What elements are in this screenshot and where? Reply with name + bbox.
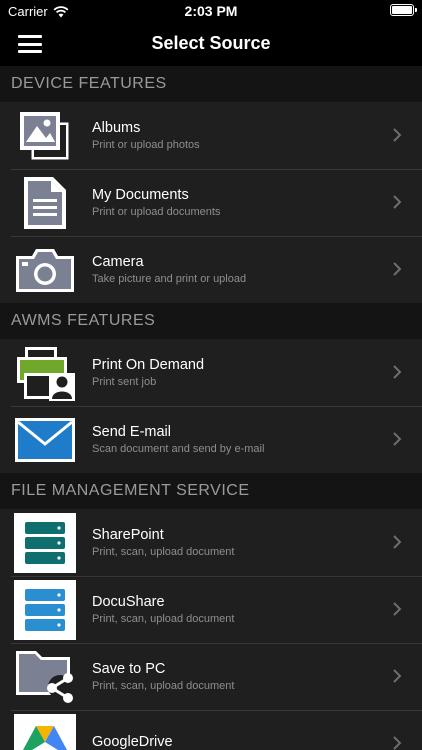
list-item-my-documents[interactable]: My Documents Print or upload documents bbox=[0, 169, 422, 236]
chevron-right-icon bbox=[393, 128, 402, 142]
status-right bbox=[390, 4, 417, 16]
sharepoint-server-icon bbox=[14, 512, 76, 573]
chevron-right-icon bbox=[393, 736, 402, 750]
page-title: Select Source bbox=[151, 33, 271, 53]
list-item-subtitle: Print, scan, upload document bbox=[92, 680, 235, 692]
device-features-list: Albums Print or upload photos My Documen… bbox=[0, 102, 422, 303]
list-item-albums[interactable]: Albums Print or upload photos bbox=[0, 102, 422, 169]
list-item-title: Camera bbox=[92, 254, 144, 270]
folder-share-icon bbox=[14, 649, 76, 705]
list-item-title: Print On Demand bbox=[92, 357, 205, 373]
chevron-right-icon bbox=[393, 195, 402, 209]
section-header-file-management: FILE MANAGEMENT SERVICE bbox=[0, 473, 422, 509]
battery-icon bbox=[390, 4, 417, 16]
list-item-subtitle: Print or upload photos bbox=[92, 139, 200, 151]
document-icon bbox=[14, 175, 76, 231]
chevron-right-icon bbox=[393, 365, 402, 379]
list-item-title: Send E-mail bbox=[92, 424, 171, 440]
list-item-google-drive[interactable]: GoogleDrive bbox=[0, 710, 422, 750]
chevron-right-icon bbox=[393, 602, 402, 616]
status-bar: Carrier 2:03 PM bbox=[0, 0, 422, 22]
list-item-title: SharePoint bbox=[92, 527, 164, 543]
list-item-subtitle: Scan document and send by e-mail bbox=[92, 443, 265, 455]
chevron-right-icon bbox=[393, 262, 402, 276]
google-drive-icon bbox=[14, 713, 76, 750]
file-management-list: SharePoint Print, scan, upload document … bbox=[0, 509, 422, 750]
list-item-subtitle: Print, scan, upload document bbox=[92, 546, 235, 558]
list-item-print-on-demand[interactable]: Print On Demand Print sent job bbox=[0, 339, 422, 406]
list-item-title: DocuShare bbox=[92, 594, 165, 610]
list-item-title: My Documents bbox=[92, 187, 189, 203]
list-item-subtitle: Print or upload documents bbox=[92, 206, 221, 218]
section-header-awms-features: AWMS FEATURES bbox=[0, 303, 422, 339]
list-item-title: GoogleDrive bbox=[92, 734, 173, 750]
list-item-subtitle: Print, scan, upload document bbox=[92, 613, 235, 625]
albums-icon bbox=[14, 108, 76, 164]
section-header-device-features: DEVICE FEATURES bbox=[0, 66, 422, 102]
printer-user-icon bbox=[14, 345, 76, 401]
list-item-subtitle: Print sent job bbox=[92, 376, 157, 388]
docushare-server-icon bbox=[14, 579, 76, 640]
chevron-right-icon bbox=[393, 535, 402, 549]
list-item-send-email[interactable]: Send E-mail Scan document and send by e-… bbox=[0, 406, 422, 473]
list-item-docushare[interactable]: DocuShare Print, scan, upload document bbox=[0, 576, 422, 643]
list-item-subtitle: Take picture and print or upload bbox=[92, 273, 247, 285]
envelope-icon bbox=[14, 412, 76, 468]
camera-icon bbox=[14, 242, 76, 298]
list-item-camera[interactable]: Camera Take picture and print or upload bbox=[0, 236, 422, 303]
chevron-right-icon bbox=[393, 669, 402, 683]
nav-bar: Select Source bbox=[0, 22, 422, 66]
list-item-title: Albums bbox=[92, 120, 141, 136]
list-item-sharepoint[interactable]: SharePoint Print, scan, upload document bbox=[0, 509, 422, 576]
list-item-save-to-pc[interactable]: Save to PC Print, scan, upload document bbox=[0, 643, 422, 710]
chevron-right-icon bbox=[393, 432, 402, 446]
status-time: 2:03 PM bbox=[184, 3, 238, 19]
awms-features-list: Print On Demand Print sent job Send E-ma… bbox=[0, 339, 422, 473]
list-item-title: Save to PC bbox=[92, 661, 166, 677]
